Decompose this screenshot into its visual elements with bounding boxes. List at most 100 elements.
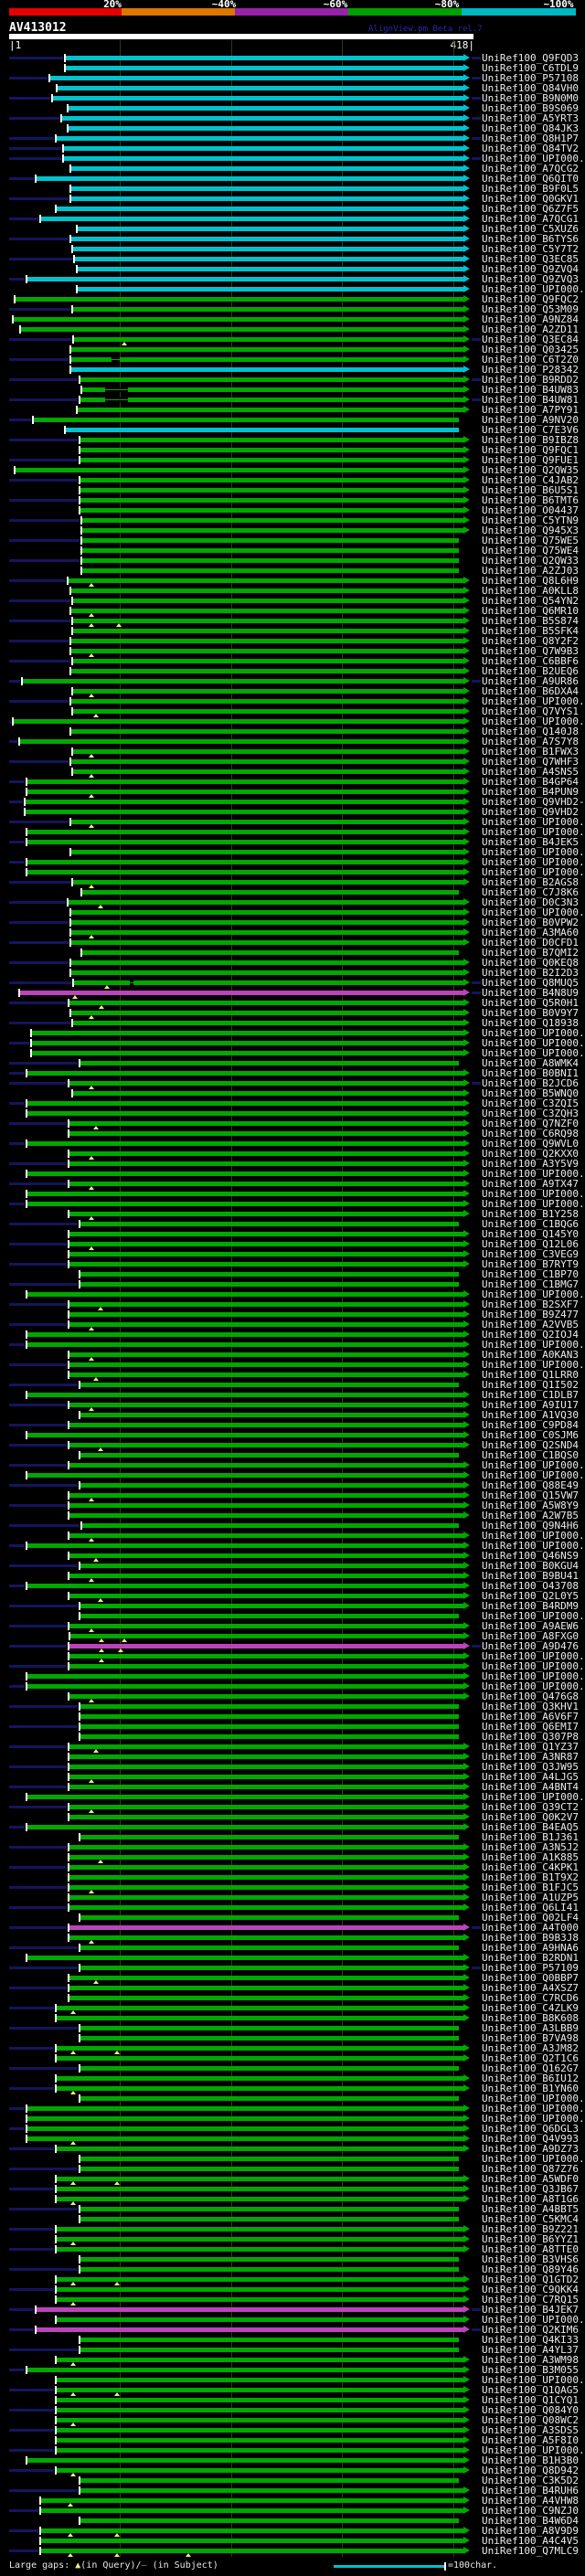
- alignment-bar[interactable]: [69, 1362, 463, 1367]
- alignment-bar[interactable]: [80, 1915, 459, 1920]
- alignment-bar[interactable]: [27, 1192, 463, 1196]
- alignment-bar[interactable]: [71, 699, 463, 704]
- alignment-bar[interactable]: [82, 890, 459, 895]
- alignment-bar[interactable]: [80, 2267, 459, 2272]
- alignment-bar[interactable]: [80, 478, 463, 482]
- alignment-bar[interactable]: [41, 2498, 463, 2503]
- alignment-bar[interactable]: [27, 1141, 463, 1146]
- alignment-bar[interactable]: [50, 76, 463, 80]
- alignment-bar[interactable]: [16, 468, 463, 472]
- alignment-bar[interactable]: [82, 950, 459, 955]
- alignment-bar[interactable]: [80, 1966, 463, 1970]
- alignment-bar[interactable]: [80, 2488, 463, 2493]
- alignment-bar[interactable]: [69, 1252, 463, 1256]
- alignment-bar[interactable]: [27, 1202, 463, 1206]
- alignment-bar[interactable]: [73, 599, 463, 603]
- alignment-bar[interactable]: [69, 1242, 463, 1246]
- alignment-bar[interactable]: [69, 1001, 463, 1005]
- alignment-bar[interactable]: [26, 810, 463, 814]
- alignment-bar[interactable]: [69, 900, 463, 905]
- alignment-bar[interactable]: [27, 2106, 463, 2111]
- alignment-bar[interactable]: [69, 1302, 463, 1307]
- alignment-bar[interactable]: [69, 1785, 463, 1789]
- alignment-bar[interactable]: [80, 1714, 459, 1719]
- alignment-bar[interactable]: [62, 116, 463, 121]
- alignment-bar[interactable]: [69, 1574, 463, 1578]
- alignment-bar[interactable]: [82, 528, 463, 533]
- alignment-bar[interactable]: [69, 1373, 463, 1377]
- alignment-bar[interactable]: [80, 2337, 459, 2342]
- alignment-bar[interactable]: [78, 267, 463, 271]
- alignment-bar[interactable]: [69, 1754, 463, 1759]
- alignment-bar[interactable]: [69, 1493, 463, 1498]
- alignment-bar[interactable]: [27, 1684, 463, 1689]
- alignment-bar[interactable]: [71, 920, 463, 925]
- alignment-bar[interactable]: [82, 558, 459, 563]
- alignment-bar[interactable]: [71, 588, 463, 593]
- alignment-bar[interactable]: [57, 136, 463, 141]
- alignment-bar[interactable]: [71, 669, 463, 673]
- alignment-bar[interactable]: [20, 739, 463, 744]
- alignment-bar[interactable]: [82, 538, 459, 543]
- alignment-bar[interactable]: [69, 1322, 463, 1327]
- alignment-bar[interactable]: [37, 176, 463, 181]
- alignment-bar[interactable]: [57, 2358, 463, 2362]
- alignment-bar[interactable]: [41, 217, 463, 221]
- alignment-bar[interactable]: [69, 1533, 463, 1538]
- alignment-bar[interactable]: [71, 196, 463, 201]
- alignment-bar[interactable]: [80, 2157, 459, 2161]
- alignment-bar[interactable]: [57, 2418, 463, 2422]
- alignment-bar[interactable]: [69, 1845, 463, 1850]
- alignment-bar[interactable]: [57, 2086, 463, 2091]
- alignment-bar[interactable]: [69, 1935, 463, 1940]
- alignment-bar[interactable]: [80, 1614, 459, 1618]
- alignment-bar[interactable]: [69, 1895, 463, 1900]
- alignment-bar[interactable]: [73, 709, 463, 714]
- alignment-bar[interactable]: [80, 458, 463, 462]
- alignment-bar[interactable]: [71, 1011, 463, 1015]
- alignment-bar[interactable]: [69, 1232, 463, 1236]
- alignment-bar[interactable]: [78, 227, 463, 231]
- alignment-bar[interactable]: [27, 779, 463, 784]
- alignment-bar[interactable]: [27, 1111, 463, 1116]
- alignment-bar[interactable]: [27, 2368, 463, 2372]
- alignment-bar[interactable]: [57, 2016, 463, 2020]
- alignment-bar[interactable]: [53, 96, 463, 101]
- alignment-bar[interactable]: [27, 1543, 463, 1548]
- alignment-bar[interactable]: [69, 578, 463, 583]
- alignment-bar[interactable]: [69, 1212, 463, 1216]
- alignment-bar[interactable]: [80, 2066, 459, 2071]
- alignment-bar[interactable]: [27, 1674, 463, 1679]
- alignment-bar[interactable]: [27, 1332, 463, 1337]
- alignment-bar[interactable]: [27, 1071, 463, 1076]
- alignment-bar[interactable]: [73, 307, 463, 312]
- alignment-bar[interactable]: [82, 548, 459, 553]
- alignment-bar[interactable]: [57, 2398, 463, 2402]
- alignment-bar[interactable]: [27, 1825, 463, 1829]
- alignment-bar[interactable]: [69, 1885, 463, 1890]
- alignment-bar[interactable]: [57, 2378, 463, 2382]
- alignment-bar[interactable]: [74, 337, 463, 342]
- alignment-bar[interactable]: [80, 1282, 459, 1287]
- alignment-bar[interactable]: [57, 2428, 463, 2433]
- alignment-bar[interactable]: [78, 287, 463, 292]
- alignment-bar[interactable]: [82, 518, 463, 523]
- query-bar[interactable]: [9, 34, 473, 39]
- alignment-bar[interactable]: [27, 1171, 463, 1176]
- alignment-bar[interactable]: [80, 2348, 459, 2352]
- alignment-bar[interactable]: [71, 940, 463, 945]
- alignment-bar[interactable]: [80, 1945, 459, 1950]
- alignment-bar[interactable]: [71, 639, 463, 643]
- alignment-bar[interactable]: [71, 970, 463, 975]
- alignment-bar[interactable]: [71, 347, 463, 352]
- alignment-bar[interactable]: [80, 2207, 459, 2211]
- alignment-bar[interactable]: [69, 1594, 463, 1598]
- alignment-bar[interactable]: [71, 367, 463, 372]
- alignment-bar[interactable]: [69, 1765, 463, 1769]
- alignment-bar[interactable]: [69, 1775, 463, 1779]
- alignment-bar[interactable]: [32, 1041, 463, 1045]
- alignment-bar[interactable]: [80, 2518, 459, 2523]
- alignment-bar[interactable]: [57, 2187, 463, 2191]
- alignment-bar[interactable]: [80, 1453, 459, 1458]
- alignment-bar[interactable]: [57, 2438, 463, 2443]
